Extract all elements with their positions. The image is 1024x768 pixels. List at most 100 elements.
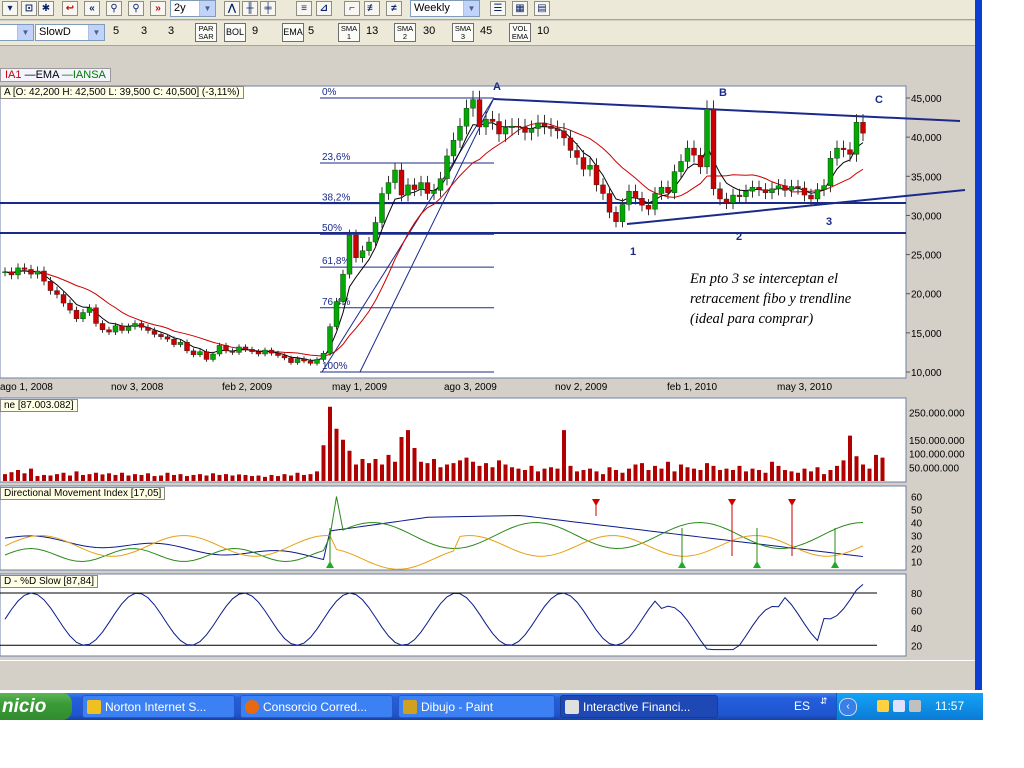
candle-body bbox=[613, 212, 619, 222]
volume-bar bbox=[250, 476, 254, 481]
y-tick-label: 15,000 bbox=[911, 329, 942, 340]
language-switch-icon[interactable]: ⇵ bbox=[820, 696, 828, 707]
point-label: B bbox=[719, 87, 727, 99]
volume-bar bbox=[776, 465, 781, 481]
candle-body bbox=[593, 165, 600, 186]
volume-bar bbox=[549, 467, 553, 481]
candle-body bbox=[28, 269, 34, 275]
volume-bar bbox=[841, 460, 846, 481]
candle-body bbox=[242, 346, 249, 350]
volume-bar bbox=[178, 474, 183, 481]
volume-bar bbox=[282, 474, 287, 481]
volume-bar bbox=[224, 474, 228, 481]
volume-bar bbox=[542, 468, 547, 481]
candle-body bbox=[301, 358, 307, 362]
candle-body bbox=[541, 122, 548, 127]
candle-body bbox=[632, 190, 639, 199]
task-norton[interactable]: Norton Internet S... bbox=[82, 695, 235, 718]
volume-label: ne [87.003.082] bbox=[0, 399, 78, 412]
volume-bar bbox=[276, 476, 280, 481]
candle-body bbox=[112, 325, 119, 333]
volume-bar bbox=[731, 470, 735, 481]
point-label: 3 bbox=[826, 216, 832, 228]
windows-taskbar: nicio Norton Internet S... Consorcio Cor… bbox=[0, 693, 983, 720]
volume-bar bbox=[308, 474, 313, 481]
status-strip bbox=[0, 660, 975, 690]
point-label: C bbox=[875, 94, 883, 106]
candle-body bbox=[203, 351, 210, 360]
candle-body bbox=[151, 330, 158, 335]
start-button[interactable]: nicio bbox=[0, 693, 72, 720]
dmi-tick-label: 50 bbox=[911, 506, 923, 517]
stoch-tick-label: 20 bbox=[911, 641, 923, 652]
volume-bar bbox=[867, 468, 872, 481]
y-tick-label: 40,000 bbox=[911, 133, 942, 144]
norton-tray-icon[interactable] bbox=[877, 700, 889, 712]
speaker-tray-icon[interactable] bbox=[909, 700, 921, 712]
candle-body bbox=[132, 323, 138, 327]
candle-body bbox=[808, 194, 814, 200]
volume-bar bbox=[581, 470, 586, 481]
volume-bar bbox=[42, 474, 46, 481]
candle-body bbox=[366, 241, 372, 251]
network-tray-icon[interactable] bbox=[893, 700, 905, 712]
task-firefox[interactable]: Consorcio Corred... bbox=[240, 695, 393, 718]
task-interactive-financial[interactable]: Interactive Financi... bbox=[560, 695, 718, 718]
volume-bar bbox=[614, 470, 618, 481]
volume-bar bbox=[61, 472, 66, 481]
candle-body bbox=[710, 108, 717, 190]
volume-bar bbox=[230, 475, 235, 481]
candle-body bbox=[268, 349, 275, 354]
tray-expand-icon[interactable]: ‹ bbox=[839, 698, 857, 716]
volume-bar bbox=[35, 476, 40, 481]
candle-body bbox=[775, 185, 782, 190]
candle-body bbox=[457, 125, 463, 141]
volume-bar bbox=[139, 474, 144, 481]
volume-bar bbox=[445, 464, 449, 481]
volume-bar bbox=[256, 475, 261, 481]
candle-body bbox=[138, 323, 145, 328]
candle-body bbox=[645, 205, 652, 210]
volume-bar bbox=[724, 468, 729, 481]
volume-bar bbox=[393, 461, 397, 481]
task-paint[interactable]: Dibujo - Paint bbox=[398, 695, 555, 718]
volume-tick-label: 150.000.000 bbox=[909, 436, 965, 447]
dmi-tick-label: 30 bbox=[911, 532, 923, 543]
candle-body bbox=[164, 336, 171, 340]
volume-bar bbox=[386, 454, 391, 481]
language-indicator[interactable]: ES bbox=[794, 693, 810, 720]
volume-bar bbox=[510, 467, 514, 481]
candle-body bbox=[528, 128, 535, 133]
volume-bar bbox=[74, 471, 79, 481]
dmi-tick-label: 60 bbox=[911, 493, 923, 504]
volume-bar bbox=[783, 470, 787, 481]
candle-body bbox=[398, 169, 405, 196]
task-norton-label: Norton Internet S... bbox=[105, 700, 207, 714]
volume-bar bbox=[848, 435, 852, 481]
volume-bar bbox=[347, 450, 352, 481]
paint-icon bbox=[403, 700, 417, 714]
candle-body bbox=[21, 267, 28, 270]
candle-body bbox=[223, 345, 229, 352]
candle-body bbox=[47, 280, 54, 291]
volume-bar bbox=[789, 471, 794, 481]
volume-bar bbox=[159, 475, 163, 481]
volume-bar bbox=[406, 430, 410, 481]
candle-body bbox=[385, 182, 392, 194]
volume-bar bbox=[334, 428, 339, 481]
candle-body bbox=[626, 190, 632, 205]
candle-body bbox=[80, 312, 86, 319]
volume-bar bbox=[172, 474, 176, 481]
candle-body bbox=[359, 250, 366, 258]
volume-bar bbox=[555, 468, 560, 481]
stoch-tick-label: 60 bbox=[911, 606, 923, 617]
candle-body bbox=[405, 184, 411, 196]
candle-body bbox=[574, 150, 580, 158]
volume-bar bbox=[185, 476, 189, 481]
chart-area[interactable]: 0%23,6%38,2%50%61,8%76,4%100%ABC123En pt… bbox=[0, 0, 975, 690]
volume-bar bbox=[3, 474, 7, 481]
volume-bar bbox=[120, 472, 124, 481]
candle-body bbox=[288, 357, 294, 363]
candle-body bbox=[814, 189, 821, 200]
volume-bar bbox=[165, 472, 170, 481]
